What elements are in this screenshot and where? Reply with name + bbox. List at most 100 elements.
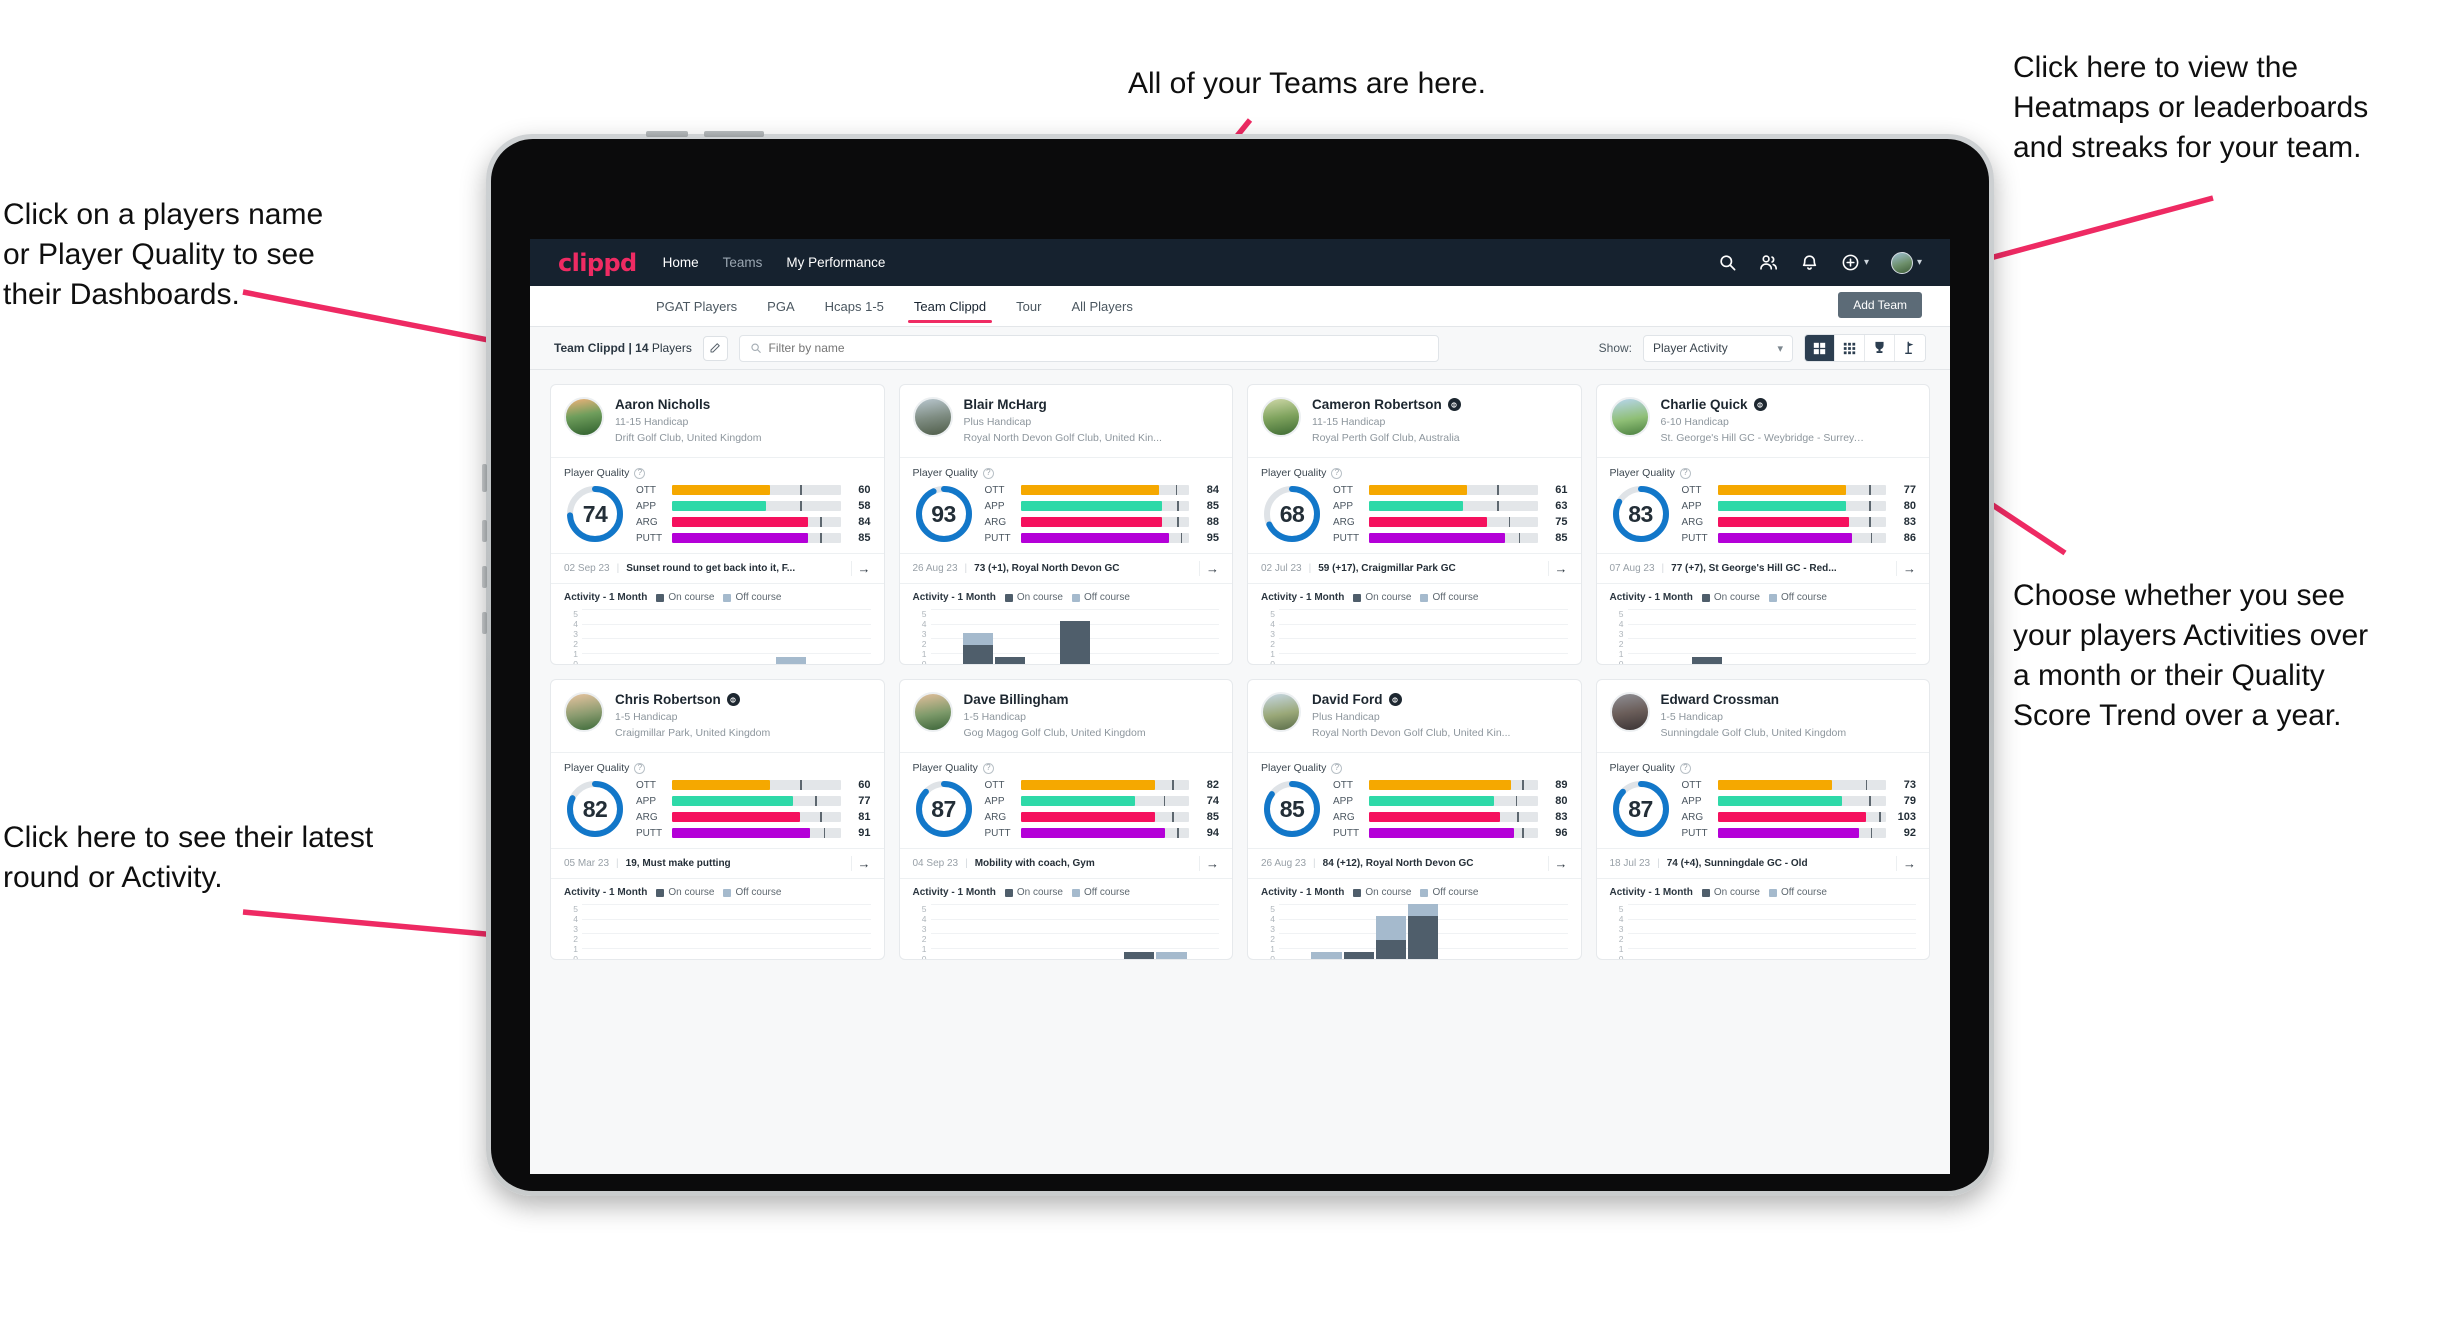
player-card[interactable]: Aaron Nicholls 11-15 Handicap Drift Golf C… <box>550 384 885 665</box>
nav-teams[interactable]: Teams <box>723 255 763 270</box>
nav-home[interactable]: Home <box>663 255 699 270</box>
tab-all-players[interactable]: All Players <box>1069 289 1134 323</box>
view-grid-small-button[interactable] <box>1835 335 1865 361</box>
player-name[interactable]: Chris Robertson <box>615 692 770 708</box>
latest-round-row[interactable]: 02 Jul 23 | 59 (+17), Craigmillar Park GC → <box>1248 553 1581 583</box>
player-card[interactable]: Edward Crossman 1-5 Handicap Sunningdale G… <box>1595 679 1930 960</box>
player-quality-section[interactable]: Player Quality? 87 OTT 82 APP 74 ARG 85 PUTT 94 <box>899 752 1232 848</box>
activity-chart-header: Activity - 1 Month On course Off course <box>564 887 871 898</box>
help-icon[interactable]: ? <box>1331 467 1343 479</box>
arrow-right-icon[interactable]: → <box>1896 856 1916 872</box>
player-name[interactable]: Edward Crossman <box>1661 692 1847 708</box>
tab-tour[interactable]: Tour <box>1014 289 1043 323</box>
view-flag-button[interactable] <box>1895 335 1925 361</box>
player-name[interactable]: Charlie Quick <box>1661 397 1866 413</box>
player-name[interactable]: Dave Billingham <box>964 692 1146 708</box>
player-card[interactable]: Dave Billingham 1-5 Handicap Gog Magog Gol… <box>898 679 1233 960</box>
help-icon[interactable]: ? <box>982 467 994 479</box>
add-team-button[interactable]: Add Team <box>1838 292 1922 318</box>
player-quality-section[interactable]: Player Quality? 74 OTT 60 APP 58 ARG 84 PUTT 85 <box>551 457 884 553</box>
player-handicap: 1-5 Handicap <box>963 710 1026 723</box>
help-icon[interactable]: ? <box>1331 762 1343 774</box>
add-menu[interactable]: ▾ <box>1841 253 1869 272</box>
latest-round-row[interactable]: 18 Jul 23 | 74 (+4), Sunningdale GC - Old → <box>1596 848 1929 878</box>
player-handicap: 6-10 Handicap <box>1660 415 1729 428</box>
metric-row: ARG 84 <box>636 516 871 528</box>
player-name[interactable]: Aaron Nicholls <box>615 397 761 413</box>
help-icon[interactable]: ? <box>634 762 646 774</box>
help-icon[interactable]: ? <box>634 467 646 479</box>
tab-pga[interactable]: PGA <box>765 289 796 323</box>
player-club: Drift Golf Club, United Kingdom <box>615 432 762 445</box>
player-card[interactable]: Chris Robertson 1-5 Handicap Craigmillar P… <box>550 679 885 960</box>
player-avatar[interactable] <box>912 397 953 437</box>
player-quality-section[interactable]: Player Quality? 83 OTT 77 APP 80 ARG 83 PUTT 86 <box>1596 457 1929 553</box>
avatar[interactable] <box>1890 251 1913 274</box>
plus-circle-icon[interactable] <box>1841 253 1860 272</box>
player-name[interactable]: Cameron Robertson <box>1312 397 1461 413</box>
arrow-right-icon[interactable]: → <box>1547 856 1568 872</box>
latest-round-row[interactable]: 02 Sep 23 | Sunset round to get back into … <box>551 553 884 583</box>
player-card[interactable]: Blair McHarg Plus Handicap Royal North Dev… <box>898 384 1233 665</box>
view-trophy-button[interactable] <box>1865 335 1895 361</box>
legend-swatch-off-course <box>1420 888 1429 897</box>
help-icon[interactable]: ? <box>982 762 994 774</box>
player-quality-section[interactable]: Player Quality? 87 OTT 73 APP 79 ARG 103 PUTT 92 <box>1596 752 1929 848</box>
tablet-side-button-3 <box>482 566 487 588</box>
latest-round-row[interactable]: 04 Sep 23 | Mobility with coach, Gym → <box>899 848 1232 878</box>
grid-small-icon <box>1843 342 1856 354</box>
latest-round-row[interactable]: 05 Mar 23 | 19, Must make putting → <box>551 848 884 878</box>
show-select[interactable]: Player Activity ▾ <box>1643 334 1793 362</box>
search-field-wrapper[interactable] <box>738 334 1439 362</box>
metric-label: APP <box>636 500 657 512</box>
search-input[interactable] <box>768 341 1428 355</box>
legend-off-course: Off course <box>1768 592 1827 603</box>
tab-team-clippd[interactable]: Team Clippd <box>907 289 993 323</box>
arrow-right-icon[interactable]: → <box>850 561 871 577</box>
player-avatar[interactable] <box>564 397 604 437</box>
arrow-right-icon[interactable]: → <box>850 856 871 872</box>
player-quality-section[interactable]: Player Quality? 93 OTT 84 APP 85 ARG 88 PUTT 95 <box>899 457 1232 553</box>
player-name[interactable]: Blair McHarg <box>964 397 1162 413</box>
help-icon[interactable]: ? <box>1679 467 1691 479</box>
activity-chart-title: Activity - 1 Month <box>1261 887 1345 899</box>
search-icon[interactable] <box>1718 253 1737 272</box>
metric-bar-marker <box>1177 501 1179 512</box>
bell-icon[interactable] <box>1800 253 1819 272</box>
latest-round-row[interactable]: 07 Aug 23 | 77 (+7), St George's Hill GC -… <box>1596 553 1929 583</box>
chart-plot-area <box>582 609 871 664</box>
latest-round-row[interactable]: 26 Aug 23 | 84 (+12), Royal North Devon GC… <box>1248 848 1581 878</box>
player-quality-section[interactable]: Player Quality? 82 OTT 60 APP 77 ARG 81 PUTT 91 <box>551 752 884 848</box>
view-grid-large-button[interactable] <box>1805 335 1835 361</box>
player-avatar[interactable] <box>1609 692 1650 732</box>
nav-my-performance[interactable]: My Performance <box>786 255 885 270</box>
tab-hcaps-1-5[interactable]: Hcaps 1-5 <box>823 289 886 323</box>
player-quality-section[interactable]: Player Quality? 68 OTT 61 APP 63 ARG 75 PUTT 85 <box>1248 457 1581 553</box>
player-avatar[interactable] <box>1609 397 1650 437</box>
player-avatar[interactable] <box>1261 692 1301 732</box>
chart-bar-column <box>1440 609 1470 664</box>
y-tick: 5 <box>1270 904 1275 915</box>
clippd-logo[interactable]: clippd <box>558 249 637 277</box>
edit-team-button[interactable] <box>702 335 728 361</box>
arrow-right-icon[interactable]: → <box>1896 561 1916 577</box>
player-quality-section[interactable]: Player Quality? 85 OTT 89 APP 80 ARG 83 PUTT 96 <box>1248 752 1581 848</box>
metric-label: APP <box>1333 795 1354 807</box>
player-avatar[interactable] <box>564 692 604 732</box>
metric-bar-fill <box>672 828 811 839</box>
help-icon[interactable]: ? <box>1679 762 1691 774</box>
tab-pgat-players[interactable]: PGAT Players <box>654 289 739 323</box>
arrow-right-icon[interactable]: → <box>1547 561 1568 577</box>
latest-round-row[interactable]: 26 Aug 23 | 73 (+1), Royal North Devon GC → <box>899 553 1232 583</box>
player-name[interactable]: David Ford <box>1312 692 1510 708</box>
player-avatar[interactable] <box>1261 397 1301 437</box>
user-menu[interactable]: ▾ <box>1890 251 1922 274</box>
arrow-right-icon[interactable]: → <box>1199 856 1219 872</box>
player-card[interactable]: David Ford Plus Handicap Royal North Devon… <box>1247 679 1582 960</box>
arrow-right-icon[interactable]: → <box>1199 561 1219 577</box>
player-card[interactable]: Cameron Robertson 11-15 Handicap Royal Per… <box>1247 384 1582 665</box>
player-avatar[interactable] <box>912 692 953 732</box>
people-icon[interactable] <box>1759 253 1778 272</box>
metric-bar <box>1369 485 1538 496</box>
player-card[interactable]: Charlie Quick 6-10 Handicap St. George's H… <box>1595 384 1930 665</box>
